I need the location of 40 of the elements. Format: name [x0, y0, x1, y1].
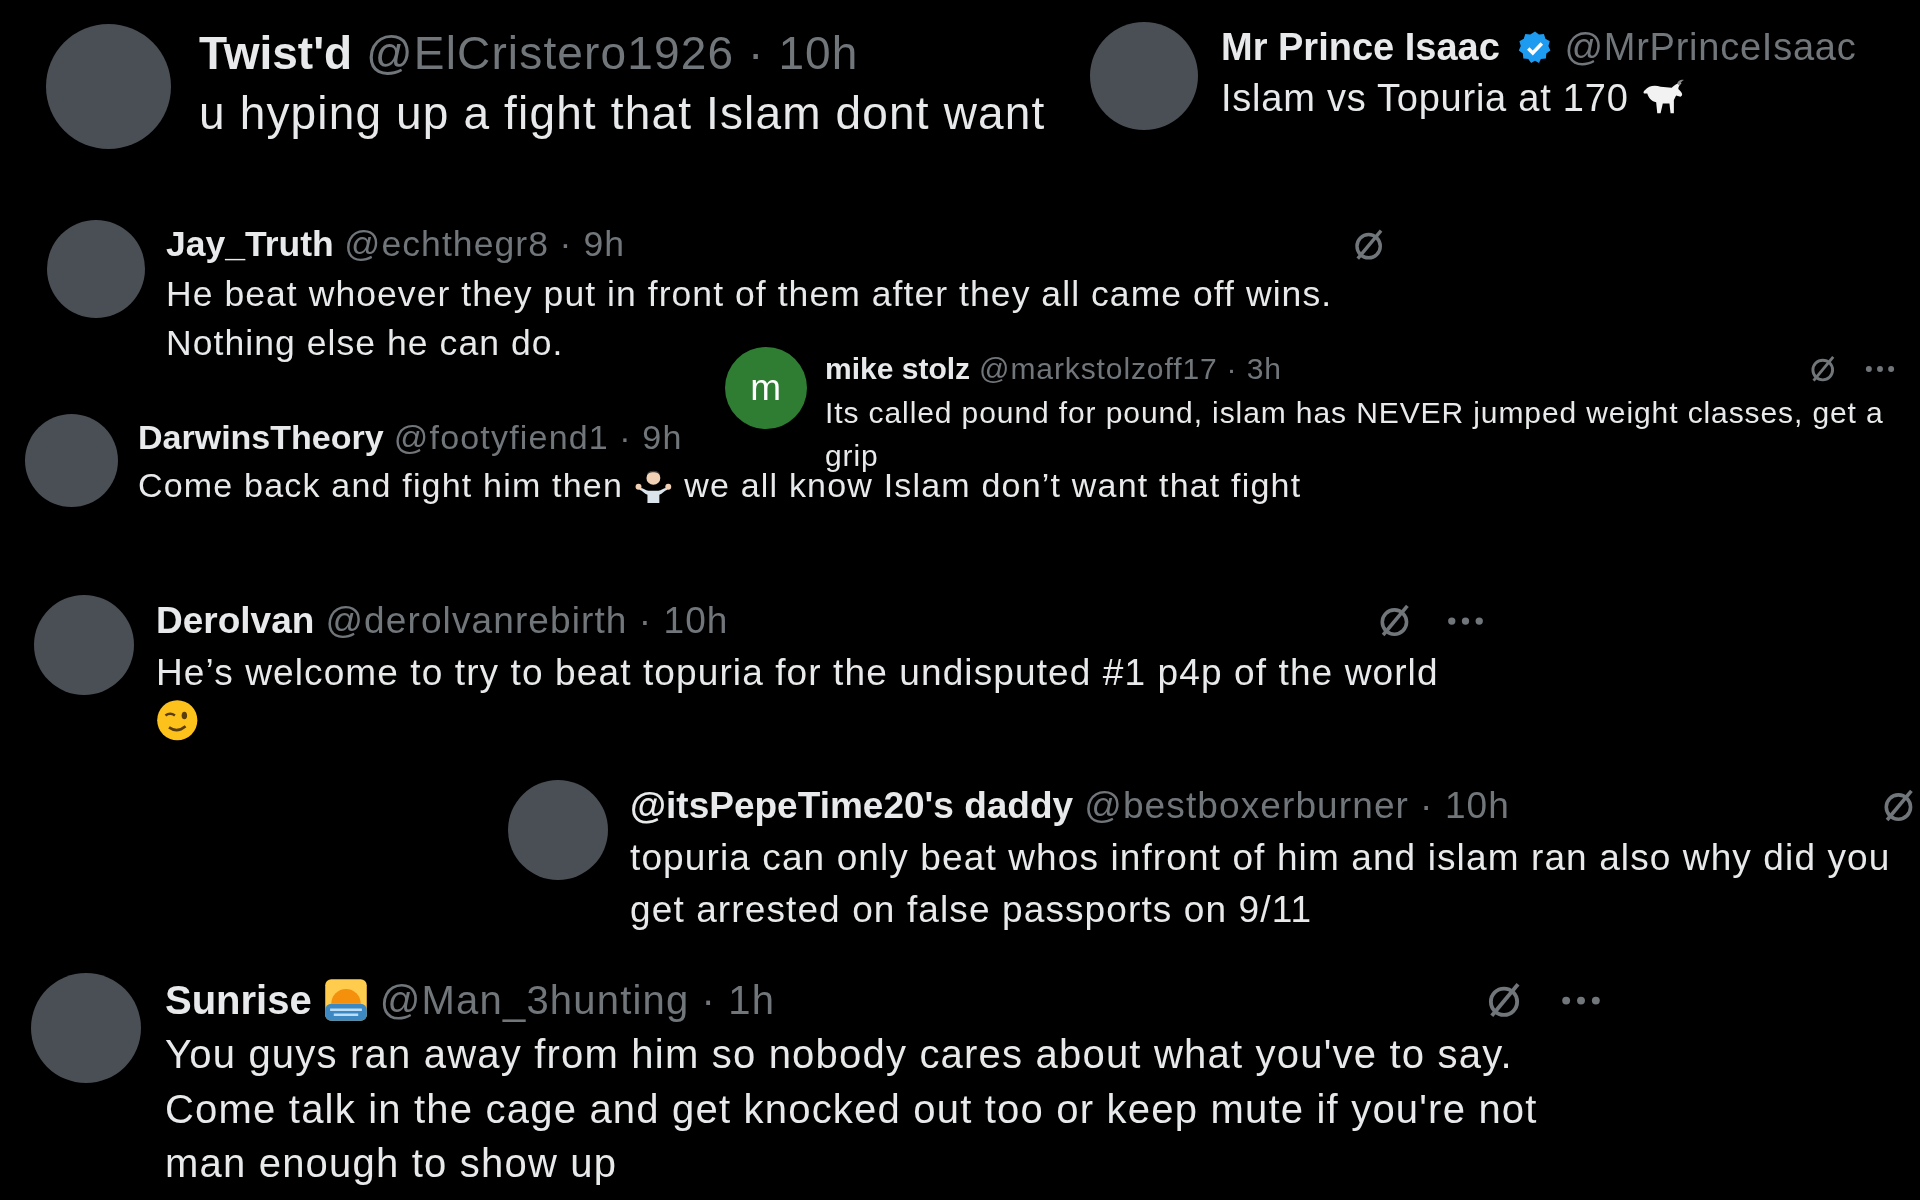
post-text: He beat whoever they put in front of them after they all came off wins. [166, 272, 1333, 316]
user-handle[interactable]: @echthegr8 [344, 220, 549, 270]
user-handle[interactable]: @ElCristero1926 [366, 24, 735, 84]
post-time: · 1h [701, 977, 776, 1024]
post-text: He’s welcome to try to beat topuria for the undisputed #1 p4p of the world [156, 650, 1439, 695]
display-name[interactable]: mike stolz [825, 347, 971, 391]
post-text: Come talk in the cage and get knocked out too or keep mute if you're not [165, 1085, 1538, 1133]
user-handle[interactable]: @derolvanrebirth [325, 595, 628, 647]
post-time: · 9h [559, 223, 626, 266]
user-handle[interactable]: @markstolzoff17 [979, 347, 1218, 391]
more-icon[interactable] [1865, 363, 1895, 374]
winking-face-icon [156, 698, 199, 742]
display-name[interactable]: Derolvan [156, 595, 315, 647]
avatar-letter[interactable]: m [725, 347, 807, 429]
display-name[interactable]: @itsPepeTime20's daddy [630, 780, 1074, 832]
display-name[interactable]: Jay_Truth [166, 220, 334, 270]
post-time: · 3h [1226, 351, 1282, 387]
display-name[interactable]: Sunrise [165, 973, 312, 1028]
display-name[interactable]: Mr Prince Isaac [1221, 22, 1500, 74]
post-text: Its called pound for pound, islam has NEVER jumped weight classes, get a [825, 394, 1884, 431]
post-text: Nothing else he can do. [166, 322, 564, 366]
user-handle[interactable]: @Man_3hunting [379, 973, 690, 1028]
post-text: You guys ran away from him so nobody cares about what you've to say. [165, 1031, 1513, 1079]
post-text: topuria can only beat whos infront of him and islam ran also why did you [630, 835, 1891, 880]
post-time: · 9h [619, 417, 683, 458]
user-handle[interactable]: @bestboxerburner [1084, 780, 1409, 832]
post-time: · 10h [1420, 784, 1510, 828]
display-name[interactable]: Twist'd [199, 24, 353, 84]
post-text: man enough to show up [165, 1140, 618, 1188]
post-time: · 10h [638, 599, 729, 643]
user-handle[interactable]: @footyfiend1 [393, 414, 609, 462]
post-text: Come back and fight him then [138, 464, 623, 506]
display-name[interactable]: DarwinsTheory [138, 414, 384, 462]
more-icon[interactable] [1447, 614, 1484, 627]
post-text: Islam vs Topuria at 170 [1221, 76, 1629, 122]
user-handle[interactable]: @MrPrinceIsaac [1564, 22, 1857, 74]
post-text: u hyping up a fight that Islam dont want [199, 85, 1046, 141]
post-time: · 10h [748, 26, 859, 81]
post-text: get arrested on false passports on 9/11 [630, 887, 1313, 932]
sunrise-icon [323, 978, 368, 1023]
